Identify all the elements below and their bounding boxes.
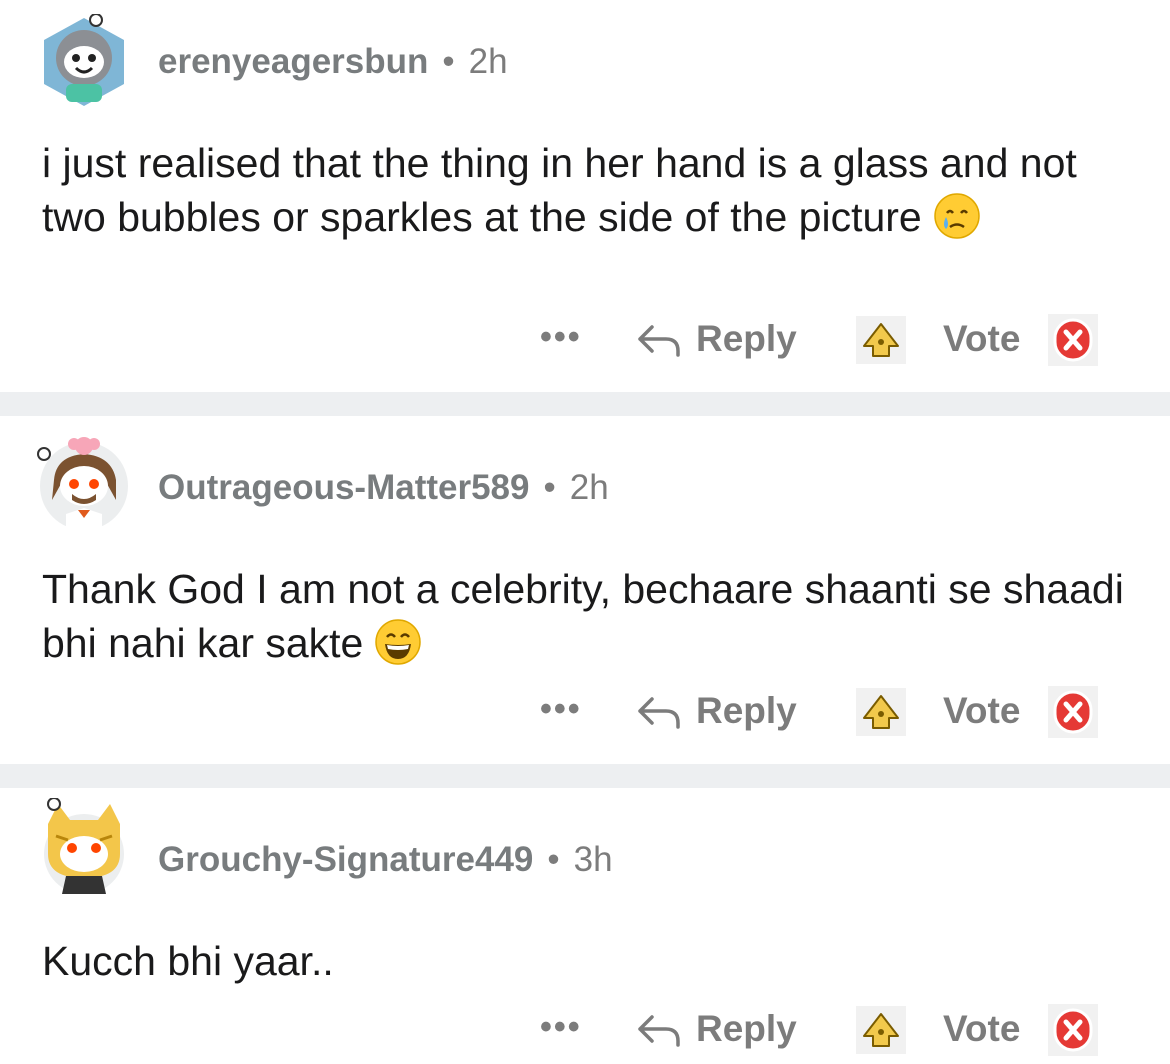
reply-arrow-icon [638,1015,680,1047]
timestamp: 2h [569,468,609,507]
meta-separator: • [543,468,556,507]
vote-count: Vote [943,312,1020,366]
comment-2: Outrageous-Matter589 • 2h Thank God I am n… [0,416,1170,764]
comment-meta: erenyeagersbun • 2h [158,42,508,82]
upvote-icon[interactable] [856,316,906,364]
author-name[interactable]: Grouchy-Signature449 [158,840,533,879]
reply-button[interactable]: Reply [636,312,797,366]
downvote-icon[interactable] [1048,686,1098,738]
vote-count: Vote [943,684,1020,738]
meta-separator: • [547,840,560,879]
more-options-button[interactable]: ••• [540,690,582,729]
downvote-icon[interactable] [1048,1004,1098,1056]
downvote-icon[interactable] [1048,314,1098,366]
comment-meta: Outrageous-Matter589 • 2h [158,468,609,508]
reply-button[interactable]: Reply [636,684,797,738]
upvote-icon[interactable] [856,688,906,736]
crying-face-emoji-icon [933,193,980,239]
vote-count: Vote [943,1002,1020,1056]
vote-label: Vote [943,690,1021,731]
comment-actions: ••• Reply Vote [0,310,1170,370]
comment-body: Thank God I am not a celebrity, bechaare… [42,562,1132,671]
comment-3: Grouchy-Signature449 • 3h Kucch bhi yaar..… [0,788,1170,1064]
meta-separator: • [442,42,455,81]
comment-body: Kucch bhi yaar.. [42,934,1132,988]
author-name[interactable]: erenyeagersbun [158,42,428,81]
comment-text: Thank God I am not a celebrity, bechaare… [42,566,1124,666]
timestamp: 2h [468,42,508,81]
comment-text: i just realised that the thing in her ha… [42,140,1077,240]
user-avatar[interactable] [36,798,132,894]
comment-body: i just realised that the thing in her ha… [42,136,1132,245]
author-name[interactable]: Outrageous-Matter589 [158,468,529,507]
user-avatar[interactable] [36,14,132,110]
reply-button[interactable]: Reply [636,1002,797,1056]
grinning-face-emoji-icon [375,619,422,665]
reply-arrow-icon [638,325,680,357]
comment-text: Kucch bhi yaar.. [42,938,334,984]
comment-1: erenyeagersbun • 2h i just realised that t… [0,0,1170,392]
reply-arrow-icon [638,697,680,729]
reply-label: Reply [696,690,797,731]
comment-actions: ••• Reply Vote [0,1000,1170,1060]
reply-label: Reply [696,1008,797,1049]
user-avatar[interactable] [36,434,132,530]
upvote-icon[interactable] [856,1006,906,1054]
more-options-button[interactable]: ••• [540,318,582,357]
timestamp: 3h [573,840,613,879]
vote-label: Vote [943,1008,1021,1049]
comment-meta: Grouchy-Signature449 • 3h [158,840,613,880]
more-options-button[interactable]: ••• [540,1008,582,1047]
comment-actions: ••• Reply Vote [0,682,1170,742]
comment-divider [0,764,1170,788]
comment-divider [0,392,1170,416]
vote-label: Vote [943,318,1021,359]
reply-label: Reply [696,318,797,359]
